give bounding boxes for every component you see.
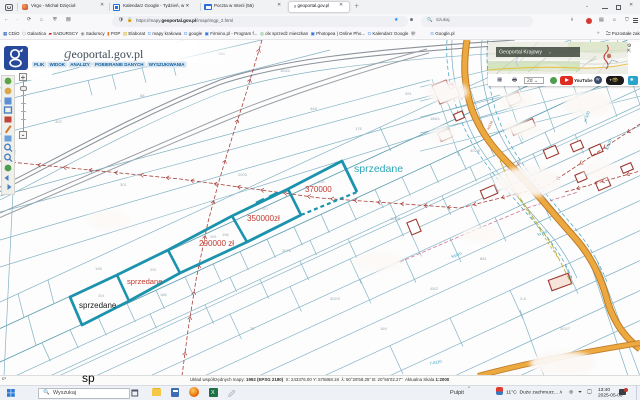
svg-text:2003: 2003 [238,172,248,177]
svg-text:183/2: 183/2 [280,68,291,73]
svg-text:88: 88 [140,93,145,98]
svg-text:78: 78 [250,326,255,331]
svg-text:186/1: 186/1 [430,116,441,121]
svg-text:304: 304 [98,294,104,298]
svg-text:448: 448 [310,106,317,111]
svg-text:308: 308 [318,180,324,184]
svg-text:186: 186 [160,292,167,297]
svg-text:sprzedane: sprzedane [354,163,403,175]
svg-text:178: 178 [355,126,362,131]
svg-text:305: 305 [150,268,156,272]
svg-text:290000 zł: 290000 zł [199,239,234,248]
svg-text:196: 196 [222,232,229,237]
svg-text:881: 881 [480,256,487,261]
svg-text:45/2: 45/2 [430,286,439,291]
svg-text:302: 302 [55,119,62,124]
svg-text:391: 391 [405,91,412,96]
svg-text:161/8: 161/8 [390,216,401,221]
svg-text:302/3: 302/3 [330,296,341,301]
svg-text:198: 198 [95,266,102,271]
svg-text:sprzedane: sprzedane [127,277,162,286]
svg-text:301: 301 [120,182,127,187]
svg-text:3-8: 3-8 [520,296,527,301]
svg-text:3076: 3076 [282,248,292,253]
svg-text:302/5: 302/5 [470,148,481,153]
svg-text:350000zł: 350000zł [247,214,280,223]
svg-text:sprzedane: sprzedane [79,301,117,310]
svg-text:307: 307 [262,207,268,211]
svg-text:370000: 370000 [305,185,332,194]
svg-text:302/7: 302/7 [560,326,571,331]
svg-text:169: 169 [380,326,387,331]
